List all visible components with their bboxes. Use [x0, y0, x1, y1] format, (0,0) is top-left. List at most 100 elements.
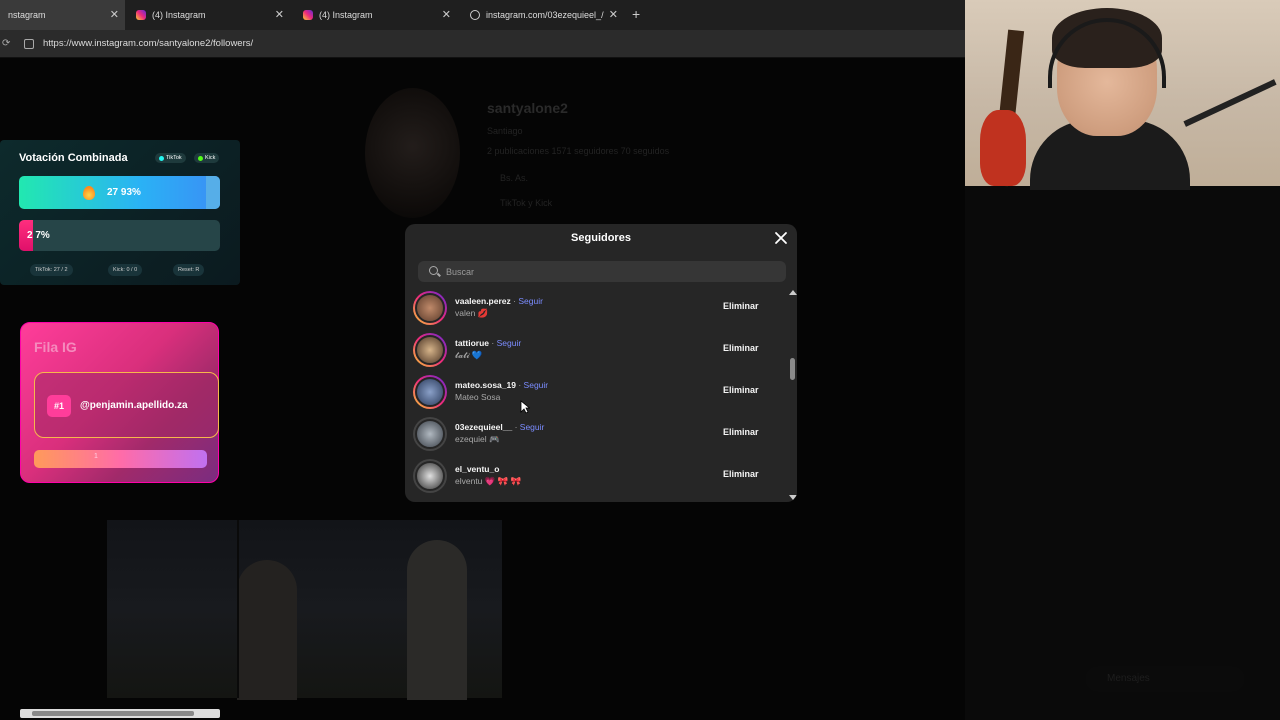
instagram-icon [136, 10, 146, 20]
kick-badge: Kick [194, 153, 220, 163]
follower-username[interactable]: el_ventu_o [455, 464, 499, 474]
browser-tab-bar: nstagram ✕ (4) Instagram ✕ (4) Instagram… [0, 0, 965, 30]
queue-progress-bar: 1 [34, 450, 207, 468]
follow-button[interactable]: Seguir [497, 338, 522, 348]
separator-dot: · [491, 338, 495, 348]
vote-widget: Votación Combinada TikTok Kick 27 93% 2 … [0, 140, 240, 285]
instagram-icon [303, 10, 313, 20]
scroll-up-arrow-icon[interactable] [789, 290, 797, 295]
kick-icon [198, 155, 203, 161]
followers-list: vaaleen.perez · Seguir valen 💋 Eliminar … [405, 288, 797, 502]
follower-username-line[interactable]: tattiorue · Seguir [455, 338, 521, 348]
follower-row[interactable]: vaaleen.perez · Seguir valen 💋 Eliminar [405, 288, 790, 330]
browser-tab-4[interactable]: instagram.com/03ezequieel_/ ✕ [462, 0, 624, 30]
follower-row[interactable]: mateo.sosa_19 · Seguir Mateo Sosa Elimin… [405, 372, 790, 414]
search-icon [429, 266, 438, 275]
tab-label: nstagram [8, 10, 46, 20]
tab-label: (4) Instagram [319, 10, 373, 20]
new-tab-icon[interactable]: + [632, 6, 640, 22]
fire-icon [83, 186, 95, 200]
remove-follower-button[interactable]: Eliminar [723, 301, 759, 311]
vote-footer-tiktok: TikTok: 27 / 2 [30, 264, 73, 276]
follower-avatar[interactable] [413, 291, 447, 325]
profile-stats: 2 publicaciones 1571 seguidores 70 segui… [487, 146, 670, 156]
profile-name: Santiago [487, 126, 523, 136]
grid-divider [237, 520, 239, 698]
follower-username-line[interactable]: mateo.sosa_19 · Seguir [455, 380, 548, 390]
messages-button: Mensajes [1085, 666, 1245, 692]
follower-username-line[interactable]: vaaleen.perez · Seguir [455, 296, 543, 306]
follower-row[interactable]: tattiorue · Seguir 𝓽𝓪𝓽𝓲 💙 Eliminar [405, 330, 790, 372]
queue-title: Fila IG [34, 339, 77, 355]
close-tab-icon[interactable]: ✕ [275, 8, 284, 21]
search-field[interactable] [418, 261, 786, 282]
mouse-cursor-icon [520, 400, 530, 414]
screen: nstagram ✕ (4) Instagram ✕ (4) Instagram… [0, 0, 1280, 720]
browser-tab-2[interactable]: (4) Instagram ✕ [128, 0, 290, 30]
address-bar[interactable]: ⟳ https://www.instagram.com/santyalone2/… [0, 30, 965, 58]
vote-footer-reset: Reset: R [173, 264, 205, 276]
remove-follower-button[interactable]: Eliminar [723, 343, 759, 353]
queue-username: @penjamin.apellido.za [80, 400, 188, 411]
modal-title: Seguidores [571, 232, 631, 244]
scrollbar-thumb[interactable] [32, 711, 194, 716]
remove-follower-button[interactable]: Eliminar [723, 427, 759, 437]
follow-button[interactable]: Seguir [518, 296, 543, 306]
close-tab-icon[interactable]: ✕ [110, 8, 119, 21]
url-text[interactable]: https://www.instagram.com/santyalone2/fo… [43, 38, 253, 49]
tiktok-badge: TikTok [155, 153, 186, 163]
bar-end [206, 176, 220, 209]
separator-dot: · [514, 422, 518, 432]
vote-option-1-text: 27 93% [107, 187, 141, 198]
queue-bar-label: 1 [94, 453, 98, 460]
follower-avatar[interactable] [413, 375, 447, 409]
scrollbar-thumb[interactable] [790, 358, 795, 380]
vote-footer-kick: Kick: 0 / 0 [108, 264, 143, 276]
follower-avatar[interactable] [413, 333, 447, 367]
badge-label: TikTok [166, 155, 182, 161]
follow-button[interactable]: Seguir [524, 380, 549, 390]
remove-follower-button[interactable]: Eliminar [723, 469, 759, 479]
follower-username-line[interactable]: 03ezequieel__ · Seguir [455, 422, 544, 432]
vertical-scrollbar[interactable] [789, 288, 797, 502]
queue-position: #1 [47, 395, 71, 417]
follower-row[interactable]: 03ezequieel__ · Seguir ezequiel 🎮 Elimin… [405, 414, 790, 456]
profile-bio-line: Bs. As. [500, 173, 529, 183]
follow-button[interactable]: Seguir [520, 422, 545, 432]
globe-icon [470, 10, 480, 20]
guitar-body [980, 110, 1026, 186]
vote-option-2-text: 2 7% [27, 230, 50, 241]
close-icon[interactable] [773, 230, 789, 246]
scroll-down-arrow-icon[interactable] [789, 495, 797, 500]
close-tab-icon[interactable]: ✕ [442, 8, 451, 21]
follower-username[interactable]: 03ezequieel__ [455, 422, 512, 432]
follower-username[interactable]: mateo.sosa_19 [455, 380, 516, 390]
reload-icon[interactable]: ⟳ [2, 38, 10, 49]
browser-tab-1[interactable]: nstagram ✕ [0, 0, 125, 30]
remove-follower-button[interactable]: Eliminar [723, 385, 759, 395]
follower-row[interactable]: el_ventu_o elventu 💗 🎀 🎀 Eliminar [405, 456, 790, 498]
follower-full-name: elventu 💗 🎀 🎀 [455, 476, 522, 486]
photo-figure [407, 540, 467, 700]
close-tab-icon[interactable]: ✕ [609, 8, 618, 21]
follower-full-name: valen 💋 [455, 308, 489, 318]
photo-figure [237, 560, 297, 700]
follower-username-line[interactable]: el_ventu_o [455, 464, 499, 474]
separator-dot: · [513, 296, 516, 306]
follower-username[interactable]: vaaleen.perez [455, 296, 511, 306]
site-settings-icon[interactable] [24, 39, 34, 49]
profile-username: santyalone2 [487, 100, 568, 116]
follower-full-name: 𝓽𝓪𝓽𝓲 💙 [455, 350, 483, 360]
queue-entry: #1 @penjamin.apellido.za [34, 372, 219, 438]
search-input[interactable] [446, 264, 776, 279]
browser-tab-3[interactable]: (4) Instagram ✕ [295, 0, 457, 30]
tiktok-icon [159, 155, 164, 161]
vote-title: Votación Combinada [19, 152, 128, 164]
horizontal-scrollbar[interactable] [20, 709, 220, 718]
profile-avatar [365, 88, 460, 218]
vote-bar-option-2: 2 7% [19, 220, 220, 251]
follower-username[interactable]: tattiorue [455, 338, 489, 348]
follower-avatar[interactable] [413, 417, 447, 451]
follower-avatar[interactable] [413, 459, 447, 493]
follower-full-name: Mateo Sosa [455, 392, 501, 402]
